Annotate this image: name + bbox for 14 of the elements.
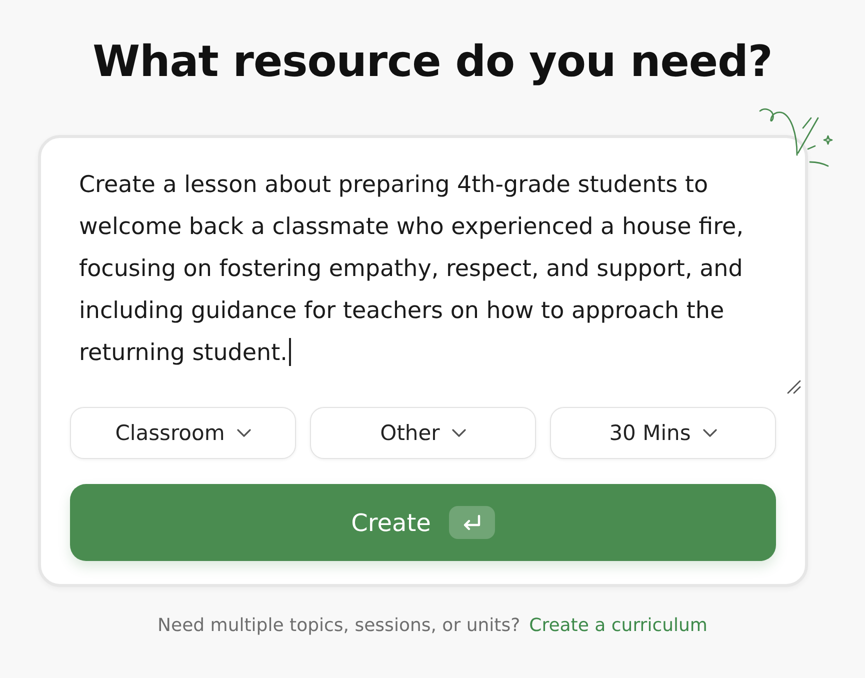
chevron-down-icon	[702, 429, 717, 437]
dropdown-button[interactable]: 30 Mins	[550, 407, 776, 459]
chevron-down-icon	[236, 429, 251, 437]
resize-handle-icon[interactable]	[787, 380, 801, 394]
dropdown-button[interactable]: Classroom	[70, 407, 296, 459]
chevron-down-icon	[452, 429, 466, 437]
sparkle-doodle-icon	[757, 106, 834, 169]
prompt-field[interactable]: Create a lesson about preparing 4th-grade students to welcome back a classmate who experienced a house fire, focusing on fostering empathy, respect, and support, and including guidance for teachers on how to approach the returning student.	[44, 150, 802, 398]
page-title: What resource do you need?	[92, 36, 772, 89]
curriculum-link[interactable]: Create a curriculum	[529, 614, 708, 638]
create-button[interactable]: Create	[70, 484, 776, 561]
footer-text: Need multiple topics, sessions, or units?	[158, 614, 520, 638]
dropdown-button[interactable]: Other	[310, 407, 536, 459]
enter-key-icon	[448, 506, 495, 539]
